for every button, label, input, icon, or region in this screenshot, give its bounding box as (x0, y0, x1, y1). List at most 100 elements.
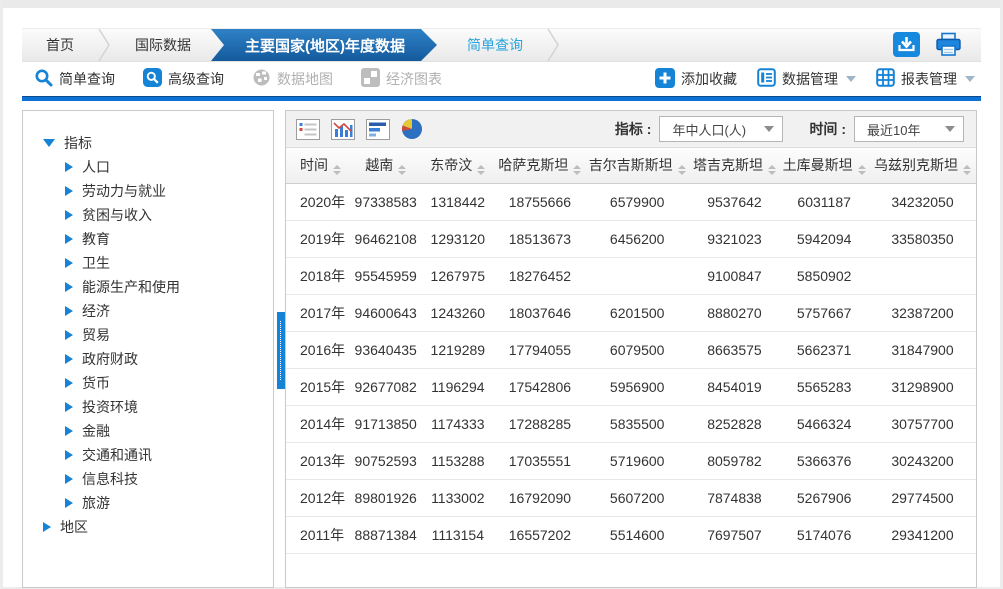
toolbar-economic-chart[interactable]: 经济图表 (361, 68, 442, 90)
cell-value: 16557202 (495, 516, 585, 553)
table-header-row: 时间 越南 东帝汶 哈萨克斯坦 吉尔吉斯斯坦 塔吉克斯坦 土库曼斯坦 乌兹别克斯… (286, 148, 976, 183)
table-row: 2017年 94600643 1243260 18037646 6201500 … (286, 294, 976, 331)
sidebar-item-label: 旅游 (82, 493, 110, 513)
cell-value (869, 257, 976, 294)
chevron-right-icon (65, 450, 73, 460)
cell-value: 17542806 (495, 368, 585, 405)
breadcrumb-annual-data-active[interactable]: 主要国家(地区)年度数据 (211, 29, 437, 61)
sidebar-item-label: 能源生产和使用 (82, 277, 180, 297)
toolbar-data-manage[interactable]: 数据管理 (757, 68, 856, 90)
breadcrumb-simple-query[interactable]: 简单查询 (437, 29, 547, 61)
pie-chart-view-icon[interactable] (401, 118, 423, 140)
cell-value: 90752593 (351, 442, 421, 479)
hbar-chart-view-icon[interactable] (366, 119, 390, 140)
report-manage-icon (876, 68, 895, 90)
toolbar-add-favorite[interactable]: 添加收藏 (655, 68, 737, 91)
add-favorite-icon (655, 68, 675, 91)
column-header-uzbekistan[interactable]: 乌兹别克斯坦 (869, 148, 976, 183)
chevron-down-icon (846, 76, 856, 82)
cell-value: 6579900 (585, 183, 690, 220)
cell-value: 5835500 (585, 405, 690, 442)
cell-value: 5850902 (779, 257, 869, 294)
sort-icon (678, 165, 686, 175)
list-view-icon[interactable] (296, 119, 320, 140)
cell-value: 7874838 (690, 479, 780, 516)
sidebar-item[interactable]: 能源生产和使用 (65, 275, 273, 299)
breadcrumb-international-data[interactable]: 国际数据 (111, 29, 215, 61)
chevron-right-icon (65, 162, 73, 172)
cell-value: 5267906 (779, 479, 869, 516)
cell-value: 1267975 (421, 257, 496, 294)
sidebar-item-label: 教育 (82, 229, 110, 249)
cell-year: 2017年 (286, 294, 351, 331)
sidebar-collapse-handle[interactable] (277, 312, 285, 389)
indicator-select[interactable]: 年中人口(人) (659, 116, 783, 142)
chevron-right-icon (65, 258, 73, 268)
toolbar-advanced-query[interactable]: 高级查询 (143, 68, 224, 90)
cell-value (585, 257, 690, 294)
sidebar-item[interactable]: 人口 (65, 155, 273, 179)
sidebar-item-label: 贫困与收入 (82, 205, 152, 225)
controls-bar: 指标 : 年中人口(人) 时间 : 最近10年 (286, 111, 976, 148)
column-header-turkmenistan[interactable]: 土库曼斯坦 (779, 148, 869, 183)
sidebar-item[interactable]: 教育 (65, 227, 273, 251)
column-header-timor-leste[interactable]: 东帝汶 (421, 148, 496, 183)
sidebar-item-region-root[interactable]: 地区 (43, 515, 273, 539)
search-icon (34, 68, 53, 90)
time-select[interactable]: 最近10年 (854, 116, 964, 142)
cell-value: 5662371 (779, 331, 869, 368)
cell-value: 89801926 (351, 479, 421, 516)
sidebar-item[interactable]: 卫生 (65, 251, 273, 275)
column-header-time[interactable]: 时间 (286, 148, 351, 183)
cell-value: 9537642 (690, 183, 780, 220)
chevron-right-icon (65, 426, 73, 436)
cell-value: 1219289 (421, 331, 496, 368)
table-row: 2014年 91713850 1174333 17288285 5835500 … (286, 405, 976, 442)
table-row: 2020年 97338583 1318442 18755666 6579900 … (286, 183, 976, 220)
toolbar-report-manage[interactable]: 报表管理 (876, 68, 975, 90)
sidebar-item[interactable]: 劳动力与就业 (65, 179, 273, 203)
sidebar-item-label: 政府财政 (82, 349, 138, 369)
bar-line-chart-view-icon[interactable] (331, 119, 355, 140)
sidebar-item-indicators-root[interactable]: 指标 (43, 131, 273, 155)
cell-value: 5956900 (585, 368, 690, 405)
cell-value: 8454019 (690, 368, 780, 405)
table-row: 2011年 88871384 1113154 16557202 5514600 … (286, 516, 976, 553)
column-header-kyrgyzstan[interactable]: 吉尔吉斯斯坦 (585, 148, 690, 183)
sort-icon (768, 165, 776, 175)
column-header-kazakhstan[interactable]: 哈萨克斯坦 (495, 148, 585, 183)
chevron-right-icon (65, 330, 73, 340)
sort-icon (573, 165, 581, 175)
cell-value: 9100847 (690, 257, 780, 294)
cell-value: 8880270 (690, 294, 780, 331)
sidebar-item[interactable]: 贫困与收入 (65, 203, 273, 227)
indicator-select-value: 年中人口(人) (672, 120, 754, 139)
column-header-tajikistan[interactable]: 塔吉克斯坦 (690, 148, 780, 183)
sidebar-item[interactable]: 金融 (65, 419, 273, 443)
toolbar-data-map[interactable]: 数据地图 (252, 68, 333, 90)
cell-value: 30243200 (869, 442, 976, 479)
print-icon[interactable] (934, 32, 963, 57)
time-select-label: 时间 : (809, 119, 846, 139)
sidebar-item[interactable]: 投资环境 (65, 395, 273, 419)
sidebar-item[interactable]: 旅游 (65, 491, 273, 515)
toolbar-simple-query[interactable]: 简单查询 (34, 68, 115, 90)
cell-value: 1174333 (421, 405, 496, 442)
column-header-vietnam[interactable]: 越南 (351, 148, 421, 183)
sidebar-item[interactable]: 货币 (65, 371, 273, 395)
sidebar-item[interactable]: 信息科技 (65, 467, 273, 491)
cell-value: 31847900 (869, 331, 976, 368)
download-icon[interactable] (893, 32, 920, 57)
sidebar-item[interactable]: 政府财政 (65, 347, 273, 371)
cell-value: 1133002 (421, 479, 496, 516)
breadcrumb-home[interactable]: 首页 (22, 29, 98, 61)
cell-value: 5174076 (779, 516, 869, 553)
cell-value: 94600643 (351, 294, 421, 331)
window-edge-left (0, 0, 3, 589)
sidebar-item[interactable]: 贸易 (65, 323, 273, 347)
sidebar-item[interactable]: 经济 (65, 299, 273, 323)
cell-value: 5565283 (779, 368, 869, 405)
sidebar-item[interactable]: 交通和通讯 (65, 443, 273, 467)
chevron-right-icon (65, 498, 73, 508)
table-row: 2012年 89801926 1133002 16792090 5607200 … (286, 479, 976, 516)
